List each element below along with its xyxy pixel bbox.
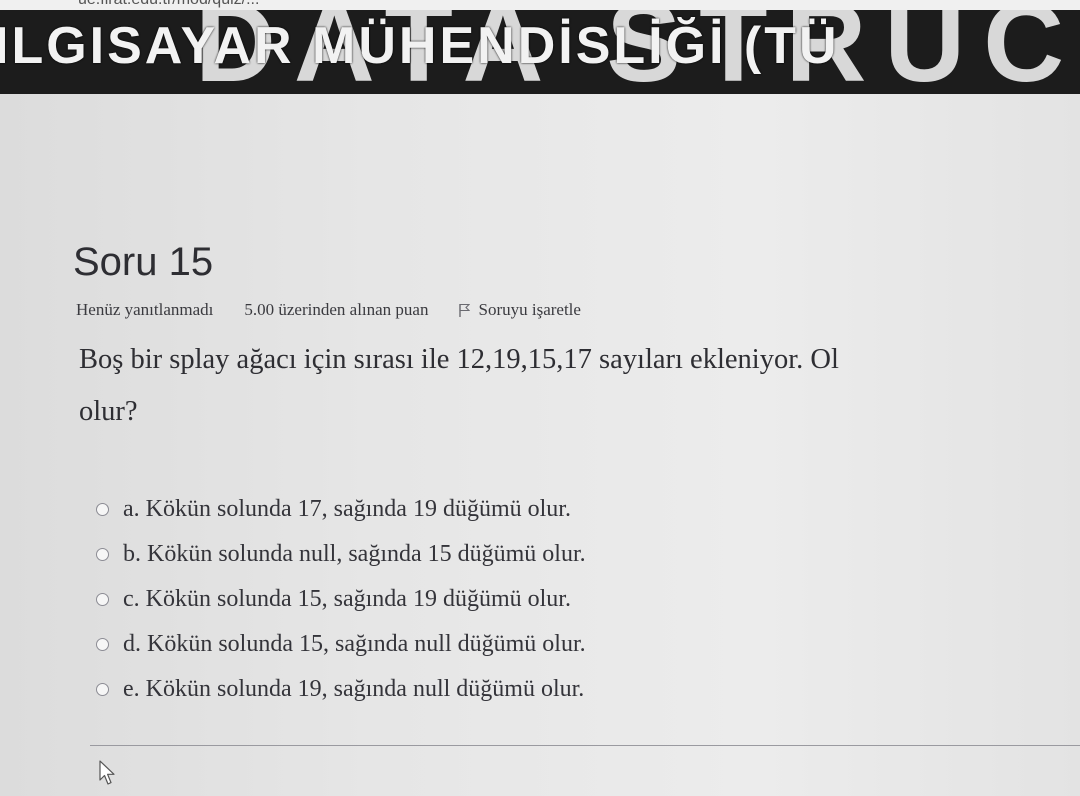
flag-question-label[interactable]: Soruyu işaretle xyxy=(478,300,580,320)
answer-label-c[interactable]: c. Kökün solunda 15, sağında 19 düğümü o… xyxy=(123,586,571,613)
answer-option-b[interactable]: b. Kökün solunda null, sağında 15 düğümü… xyxy=(96,532,586,577)
mouse-pointer-icon xyxy=(99,760,115,785)
question-text-line: olur? xyxy=(79,396,138,427)
answer-label-e[interactable]: e. Kökün solunda 19, sağında null düğümü… xyxy=(123,676,584,703)
answer-label-b[interactable]: b. Kökün solunda null, sağında 15 düğümü… xyxy=(123,541,586,568)
radio-button-d[interactable] xyxy=(96,638,109,651)
browser-address-bar[interactable]: ue.firat.edu.tr/mod/quiz/... xyxy=(0,0,1080,10)
answer-option-e[interactable]: e. Kökün solunda 19, sağında null düğümü… xyxy=(96,667,586,712)
answer-label-d[interactable]: d. Kökün solunda 15, sağında null düğümü… xyxy=(123,631,586,658)
radio-button-e[interactable] xyxy=(96,683,109,696)
answer-option-a[interactable]: a. Kökün solunda 17, sağında 19 düğümü o… xyxy=(96,487,586,532)
radio-button-c[interactable] xyxy=(96,593,109,606)
answer-options: a. Kökün solunda 17, sağında 19 düğümü o… xyxy=(96,487,586,712)
answer-option-c[interactable]: c. Kökün solunda 15, sağında 19 düğümü o… xyxy=(96,577,586,622)
question-info: Henüz yanıtlanmadı 5.00 üzerinden alınan… xyxy=(76,300,581,320)
answer-option-d[interactable]: d. Kökün solunda 15, sağında null düğümü… xyxy=(96,622,586,667)
flag-question-button[interactable]: Soruyu işaretle xyxy=(458,300,581,320)
question-title: Soru 15 xyxy=(73,240,214,284)
question-text-line: Boş bir splay ağacı için sırası ile 12,1… xyxy=(79,344,839,375)
radio-button-a[interactable] xyxy=(96,503,109,516)
section-divider xyxy=(90,745,1080,746)
question-points: 5.00 üzerinden alınan puan xyxy=(244,300,429,319)
question-text: Boş bir splay ağacı için sırası ile 12,1… xyxy=(79,334,1080,438)
question-status: Henüz yanıtlanmadı xyxy=(76,300,214,319)
answer-label-a[interactable]: a. Kökün solunda 17, sağında 19 düğümü o… xyxy=(123,496,571,523)
banner-department-title: ILGISAYAR MÜHENDİSLİĞİ (TÜ xyxy=(0,17,840,75)
flag-icon[interactable] xyxy=(458,303,471,317)
url-text[interactable]: ue.firat.edu.tr/mod/quiz/... xyxy=(78,0,259,9)
radio-button-b[interactable] xyxy=(96,548,109,561)
course-banner: DATA STRUCTU ILGISAYAR MÜHENDİSLİĞİ (TÜ xyxy=(0,10,1080,94)
